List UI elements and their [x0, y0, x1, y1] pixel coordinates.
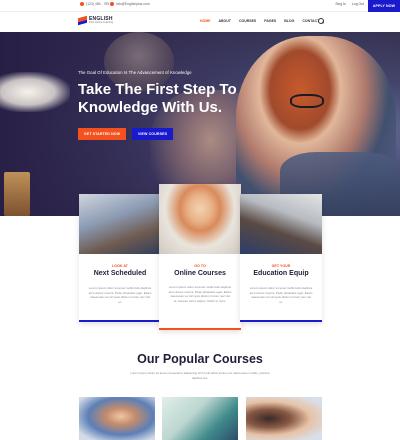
view-courses-button[interactable]: VIEW COURSES — [132, 128, 173, 140]
phone-icon — [80, 2, 84, 6]
get-started-button[interactable]: GET STARTED NOW — [78, 128, 126, 140]
feature-accent-bar — [159, 328, 241, 330]
hero-headline: Take The First Step To Knowledge With Us… — [78, 81, 237, 116]
feature-title: Next Scheduled — [93, 270, 147, 277]
brand-tagline: Plus Online Learning — [89, 20, 114, 24]
course-thumbnail[interactable] — [79, 397, 155, 440]
course-thumbnail[interactable] — [162, 397, 238, 440]
email-info[interactable]: info@Englishplus.com — [110, 2, 150, 6]
feature-kicker: GO TO — [194, 264, 206, 268]
search-icon[interactable] — [318, 18, 324, 24]
feature-title: Education Equip — [253, 270, 309, 277]
main-navbar: ENGLISH Plus Online Learning HOME ABOUT … — [0, 12, 400, 32]
feature-kicker: LOOK AT — [112, 264, 128, 268]
nav-item-courses[interactable]: COURSES — [239, 19, 256, 23]
feature-title: Online Courses — [174, 270, 226, 277]
feature-card-education-equip[interactable]: GET YOUR Education Equip Lorem ipsum dol… — [240, 194, 322, 322]
feature-body: Lorem ipsum dolor sit amet mollis felis … — [249, 286, 313, 304]
feature-body: Lorem ipsum dolor sit amet mollis felis … — [88, 286, 152, 304]
hero-photo-lamp — [0, 72, 70, 112]
hero-photo-pencil-cup — [4, 172, 30, 216]
apply-now-button[interactable]: APPLY NOW — [368, 0, 400, 12]
feature-photo-student-tablet — [159, 184, 241, 254]
nav-item-home[interactable]: HOME — [200, 19, 211, 23]
popular-courses-title: Our Popular Courses — [137, 352, 263, 366]
main-menu: HOME ABOUT COURSES PAGES BLOG CONTACT — [200, 19, 319, 23]
hero-eyebrow: The Goal Of Education Is The Advancement… — [78, 70, 192, 75]
feature-body: Lorem ipsum dolor sit amet mollis felis … — [168, 285, 232, 303]
feature-accent-bar — [79, 320, 161, 322]
feature-card-next-scheduled[interactable]: LOOK AT Next Scheduled Lorem ipsum dolor… — [79, 194, 161, 322]
site-logo[interactable]: ENGLISH Plus Online Learning — [78, 16, 113, 25]
phone-number: (123) 456 - 789 — [86, 2, 110, 6]
feature-card-online-courses[interactable]: GO TO Online Courses Lorem ipsum dolor s… — [159, 184, 241, 330]
auth-links: Sing In Log Out — [335, 2, 364, 6]
nav-item-about[interactable]: ABOUT — [219, 19, 231, 23]
hero-photo-glasses — [290, 94, 324, 108]
feature-accent-bar — [240, 320, 322, 322]
nav-item-blog[interactable]: BLOG — [284, 19, 294, 23]
popular-courses-subtitle: Lorem ipsum dolor sit amet consectetur a… — [130, 371, 270, 380]
course-thumbnail[interactable] — [246, 397, 322, 440]
feature-kicker: GET YOUR — [271, 264, 291, 268]
nav-item-contact[interactable]: CONTACT — [302, 19, 319, 23]
nav-item-pages[interactable]: PAGES — [264, 19, 276, 23]
top-bar: (123) 456 - 789 info@Englishplus.com Sin… — [0, 0, 400, 12]
log-out-link[interactable]: Log Out — [352, 2, 364, 6]
feature-photo-students-laptop — [240, 194, 322, 254]
phone-info[interactable]: (123) 456 - 789 — [80, 2, 109, 6]
logo-mark-icon — [78, 16, 87, 25]
email-address: info@Englishplus.com — [116, 2, 150, 6]
mail-icon — [110, 2, 114, 6]
feature-photo-classroom — [79, 194, 161, 254]
sign-in-link[interactable]: Sing In — [335, 2, 346, 6]
